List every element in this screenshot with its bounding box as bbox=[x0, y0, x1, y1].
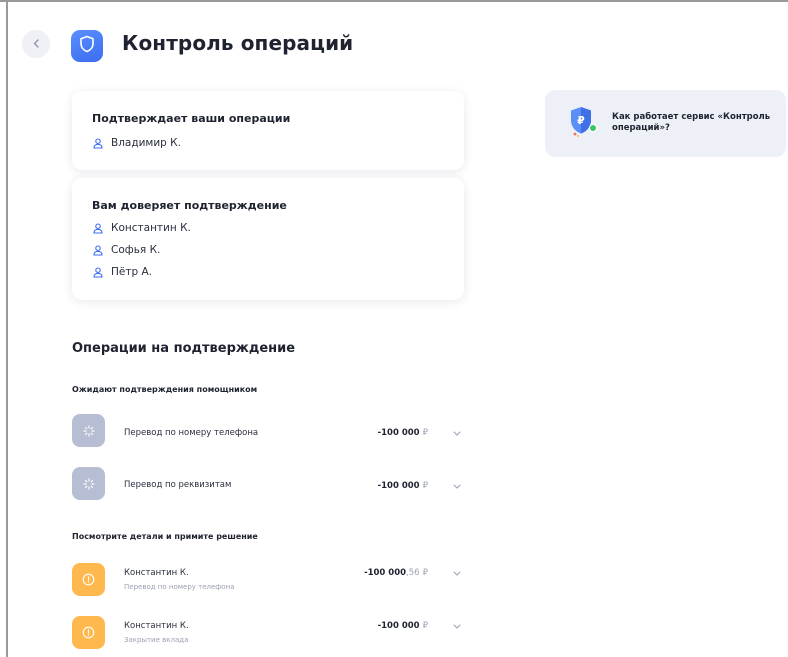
operation-amount: -100 000,56 ₽ bbox=[364, 568, 428, 578]
operation-amount: -100 000 ₽ bbox=[378, 428, 428, 438]
person-item: Софья К. bbox=[92, 244, 160, 256]
operation-row[interactable]: Перевод по номеру телефона -100 000 ₽ bbox=[72, 414, 468, 450]
confirmers-card-title: Подтверждает ваши операции bbox=[92, 112, 291, 125]
operation-row[interactable]: Константин К. Перевод по номеру телефона… bbox=[72, 563, 468, 599]
trusted-card-title: Вам доверяет подтверждение bbox=[92, 199, 287, 212]
operation-amount: -100 000 ₽ bbox=[378, 621, 428, 631]
operation-name: Перевод по номеру телефона bbox=[124, 428, 259, 438]
operation-row[interactable]: Константин К. Закрытие вклада -100 000 ₽ bbox=[72, 616, 468, 652]
pending-icon bbox=[72, 414, 105, 447]
operation-name: Константин К. bbox=[124, 568, 189, 578]
person-item: Константин К. bbox=[92, 222, 191, 234]
currency-symbol: ₽ bbox=[422, 481, 428, 491]
person-name: Софья К. bbox=[111, 244, 161, 256]
chevron-down-icon[interactable] bbox=[452, 622, 462, 630]
operation-subtitle: Закрытие вклада bbox=[124, 636, 189, 644]
amount-value: -100 000 bbox=[364, 568, 407, 578]
page-title: Контроль операций bbox=[122, 31, 354, 55]
operation-row[interactable]: Перевод по реквизитам -100 000 ₽ bbox=[72, 467, 468, 503]
pending-icon bbox=[72, 467, 105, 500]
confirmers-card: Подтверждает ваши операции Владимир К. bbox=[72, 91, 464, 170]
person-icon bbox=[92, 137, 104, 149]
operation-name: Константин К. bbox=[124, 621, 189, 631]
decide-subtitle: Посмотрите детали и примите решение bbox=[72, 532, 258, 541]
person-item: Владимир К. bbox=[92, 137, 181, 149]
operations-title: Операции на подтверждение bbox=[72, 341, 296, 356]
shield-ruble-icon: ₽ bbox=[567, 104, 603, 142]
operation-subtitle: Перевод по номеру телефона bbox=[124, 583, 235, 591]
amount-value: -100 000 bbox=[377, 621, 420, 631]
trusted-card: Вам доверяет подтверждение Константин К.… bbox=[72, 178, 464, 300]
waiting-subtitle: Ожидают подтверждения помощником bbox=[72, 385, 258, 394]
operation-amount: -100 000 ₽ bbox=[378, 481, 428, 491]
amount-value: -100 000 bbox=[377, 481, 420, 491]
person-name: Пётр А. bbox=[111, 266, 152, 278]
window-frame-left bbox=[6, 0, 8, 657]
operation-name: Перевод по реквизитам bbox=[124, 480, 232, 490]
chevron-down-icon[interactable] bbox=[452, 429, 462, 437]
window-frame-top bbox=[0, 0, 788, 2]
chevron-left-icon bbox=[33, 37, 39, 51]
svg-text:₽: ₽ bbox=[577, 114, 585, 127]
person-icon bbox=[92, 266, 104, 278]
person-name: Владимир К. bbox=[111, 137, 181, 149]
shield-icon bbox=[79, 35, 95, 57]
person-name: Константин К. bbox=[111, 222, 191, 234]
chevron-down-icon[interactable] bbox=[452, 482, 462, 490]
person-item: Пётр А. bbox=[92, 266, 152, 278]
currency-symbol: ₽ bbox=[422, 621, 428, 631]
logo bbox=[71, 30, 103, 62]
person-icon bbox=[92, 222, 104, 234]
currency-symbol: ₽ bbox=[422, 568, 428, 578]
how-it-works-card[interactable]: ₽ Как работает сервис «Контроль операций… bbox=[545, 90, 786, 157]
warning-icon bbox=[72, 616, 105, 649]
person-icon bbox=[92, 244, 104, 256]
warning-icon bbox=[72, 563, 105, 596]
chevron-down-icon[interactable] bbox=[452, 569, 462, 577]
back-button[interactable] bbox=[22, 30, 50, 58]
amount-value: -100 000 bbox=[377, 428, 420, 438]
amount-cents: ,56 bbox=[406, 568, 420, 578]
currency-symbol: ₽ bbox=[422, 428, 428, 438]
how-it-works-text: Как работает сервис «Контроль операций»? bbox=[612, 112, 771, 133]
